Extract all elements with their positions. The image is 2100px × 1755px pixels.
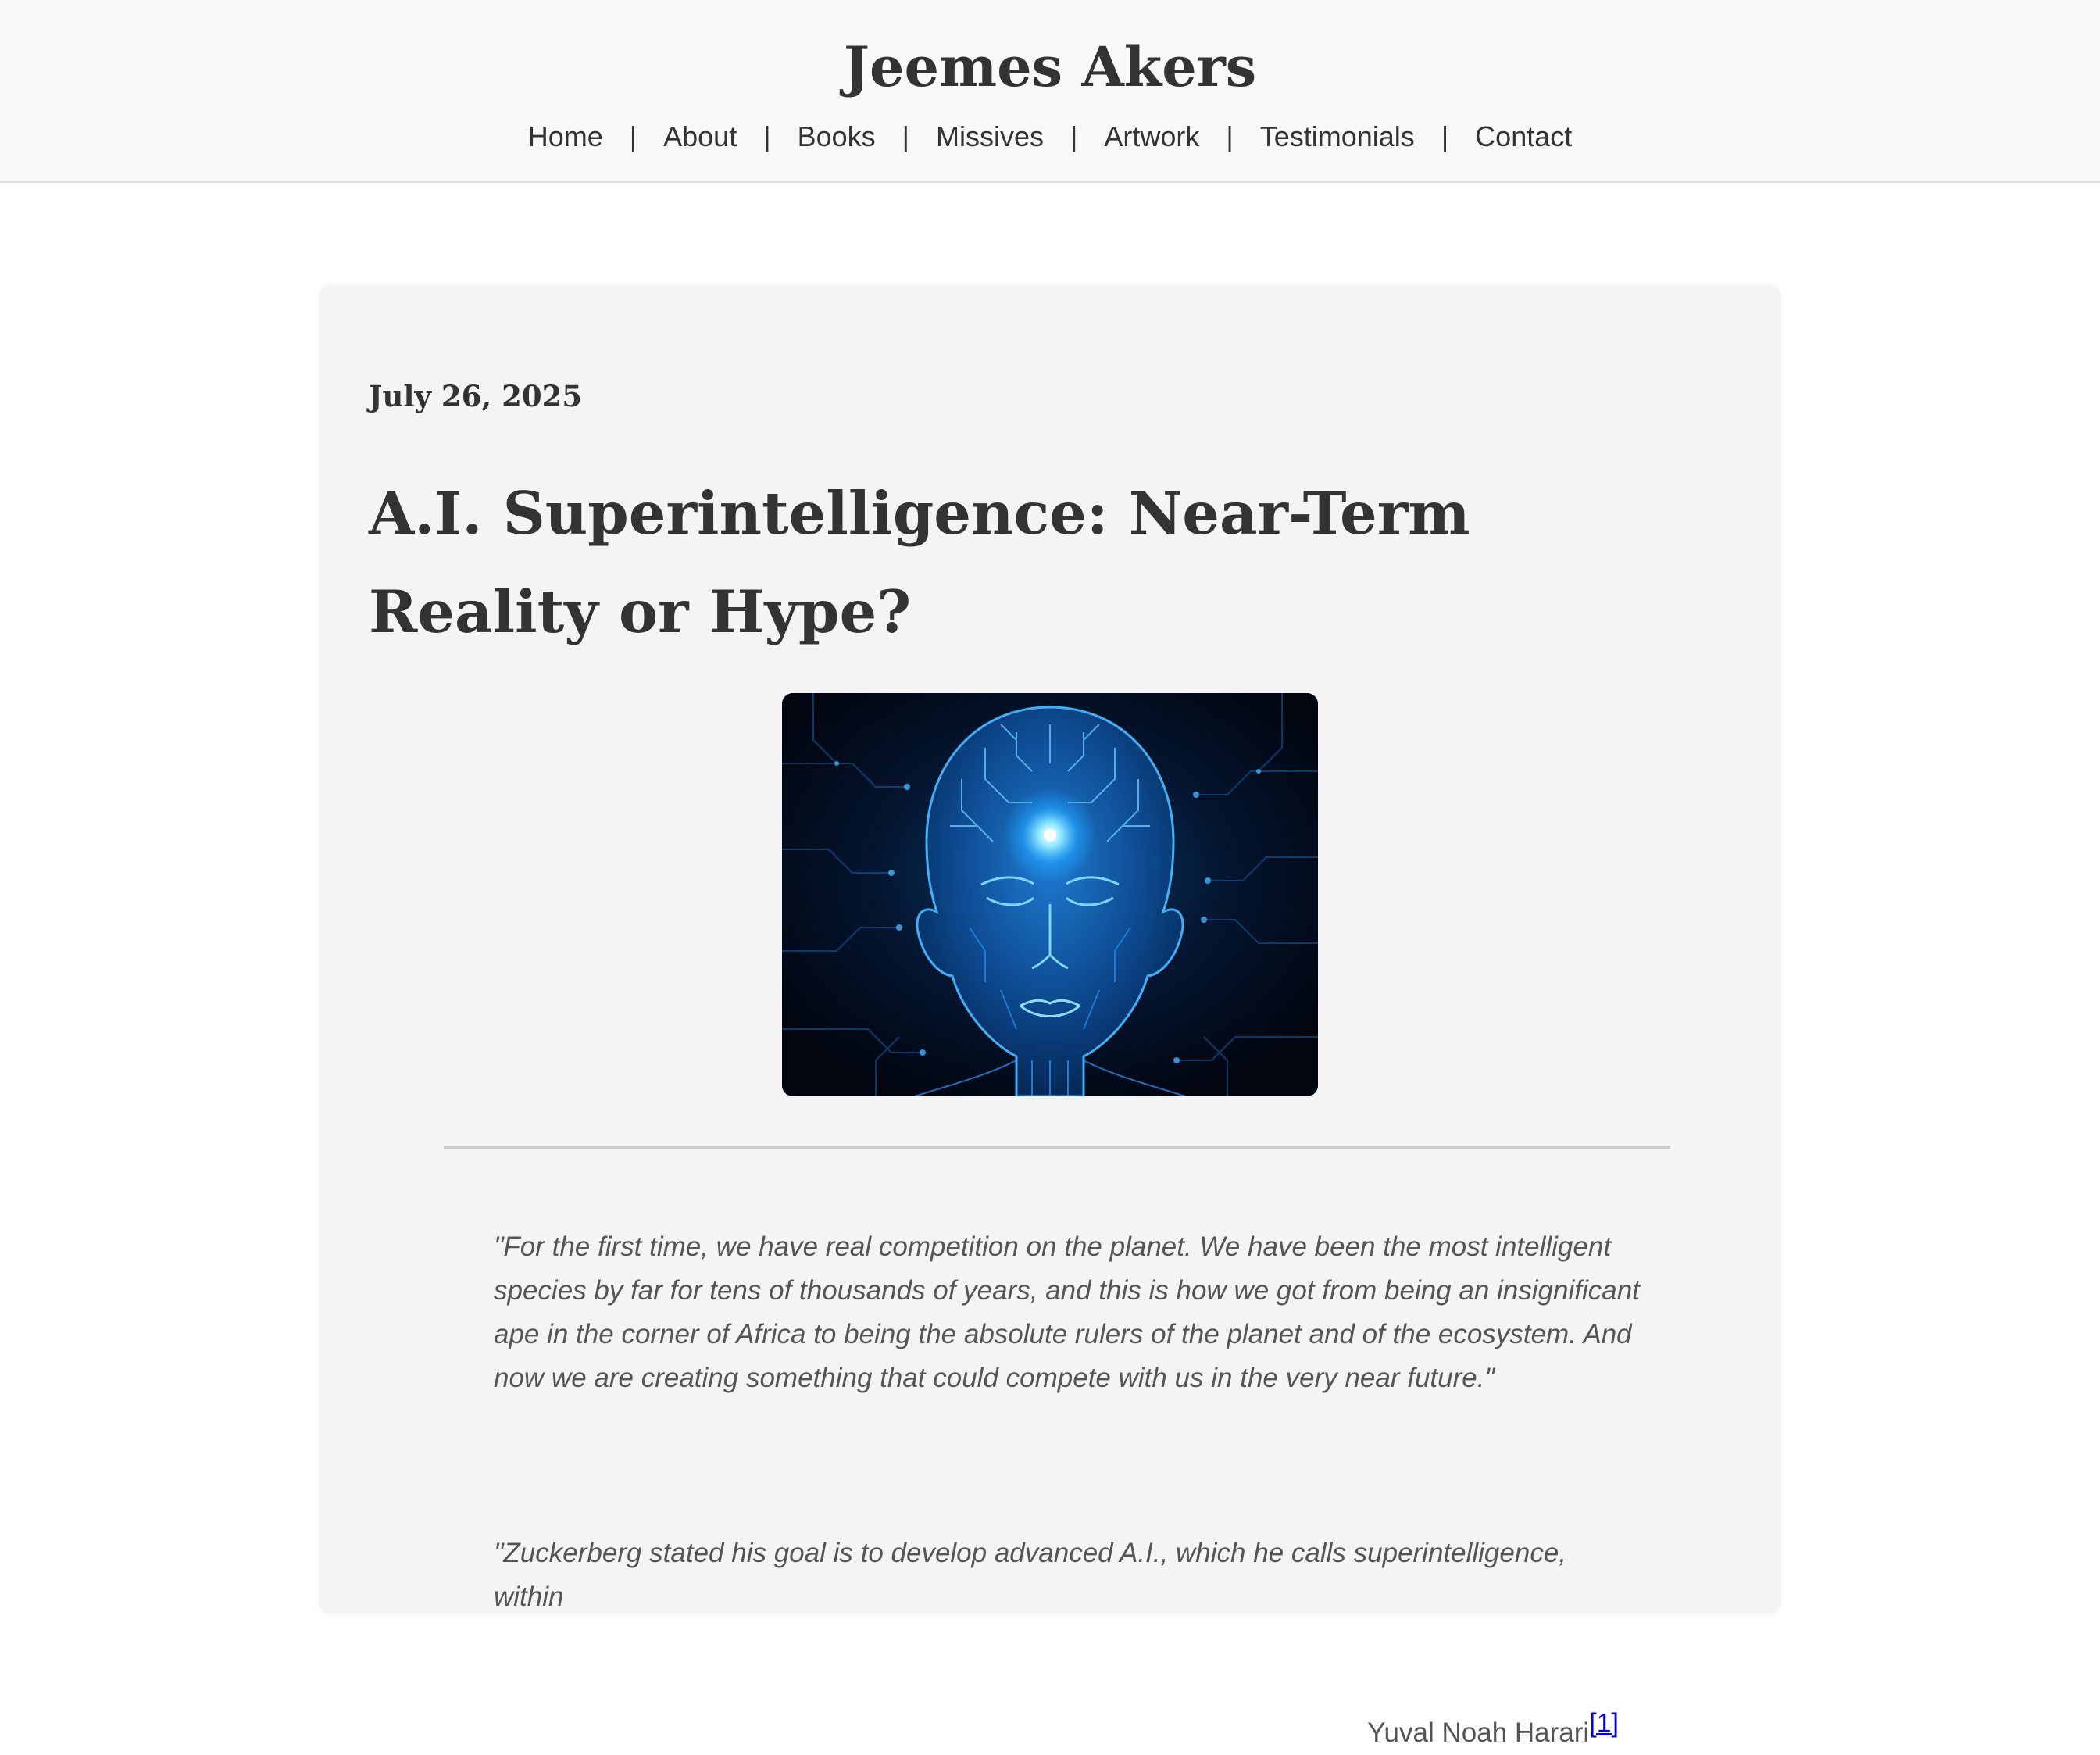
hero-image [782, 693, 1318, 1096]
nav-separator: | [629, 120, 638, 152]
site-header: Jeemes Akers Home | About | Books | Miss… [0, 0, 2100, 183]
nav-separator: | [1441, 120, 1449, 152]
nav-separator: | [1070, 120, 1078, 152]
nav-missives-link[interactable]: Missives [936, 113, 1044, 160]
main-nav: Home | About | Books | Missives | Artwor… [0, 113, 2100, 160]
quote-attribution: Yuval Noah Harari[1] [1367, 1708, 1619, 1755]
post-card: July 26, 2025 A.I. Superintelligence: Ne… [319, 284, 1781, 1748]
circuit-head-icon [782, 693, 1318, 1096]
nav-testimonials-link[interactable]: Testimonials [1260, 113, 1415, 160]
site-title[interactable]: Jeemes Akers [0, 30, 2100, 105]
quote-text: "Zuckerberg stated his goal is to develo… [494, 1538, 1567, 1612]
quote-text: "For the first time, we have real compet… [494, 1231, 1640, 1393]
post-title: A.I. Superintelligence: Near-Term Realit… [369, 479, 1470, 646]
divider [444, 1146, 1670, 1149]
post-date: July 26, 2025 [369, 379, 583, 413]
nav-separator: | [902, 120, 909, 152]
nav-about-link[interactable]: About [663, 113, 737, 160]
nav-contact-link[interactable]: Contact [1475, 113, 1572, 160]
footnote-link[interactable]: [1] [1589, 1708, 1619, 1738]
quote-author: Yuval Noah Harari [1367, 1717, 1590, 1748]
nav-artwork-link[interactable]: Artwork [1104, 113, 1199, 160]
nav-separator: | [1226, 120, 1234, 152]
nav-separator: | [763, 120, 771, 152]
nav-home-link[interactable]: Home [528, 113, 603, 160]
nav-books-link[interactable]: Books [798, 113, 876, 160]
